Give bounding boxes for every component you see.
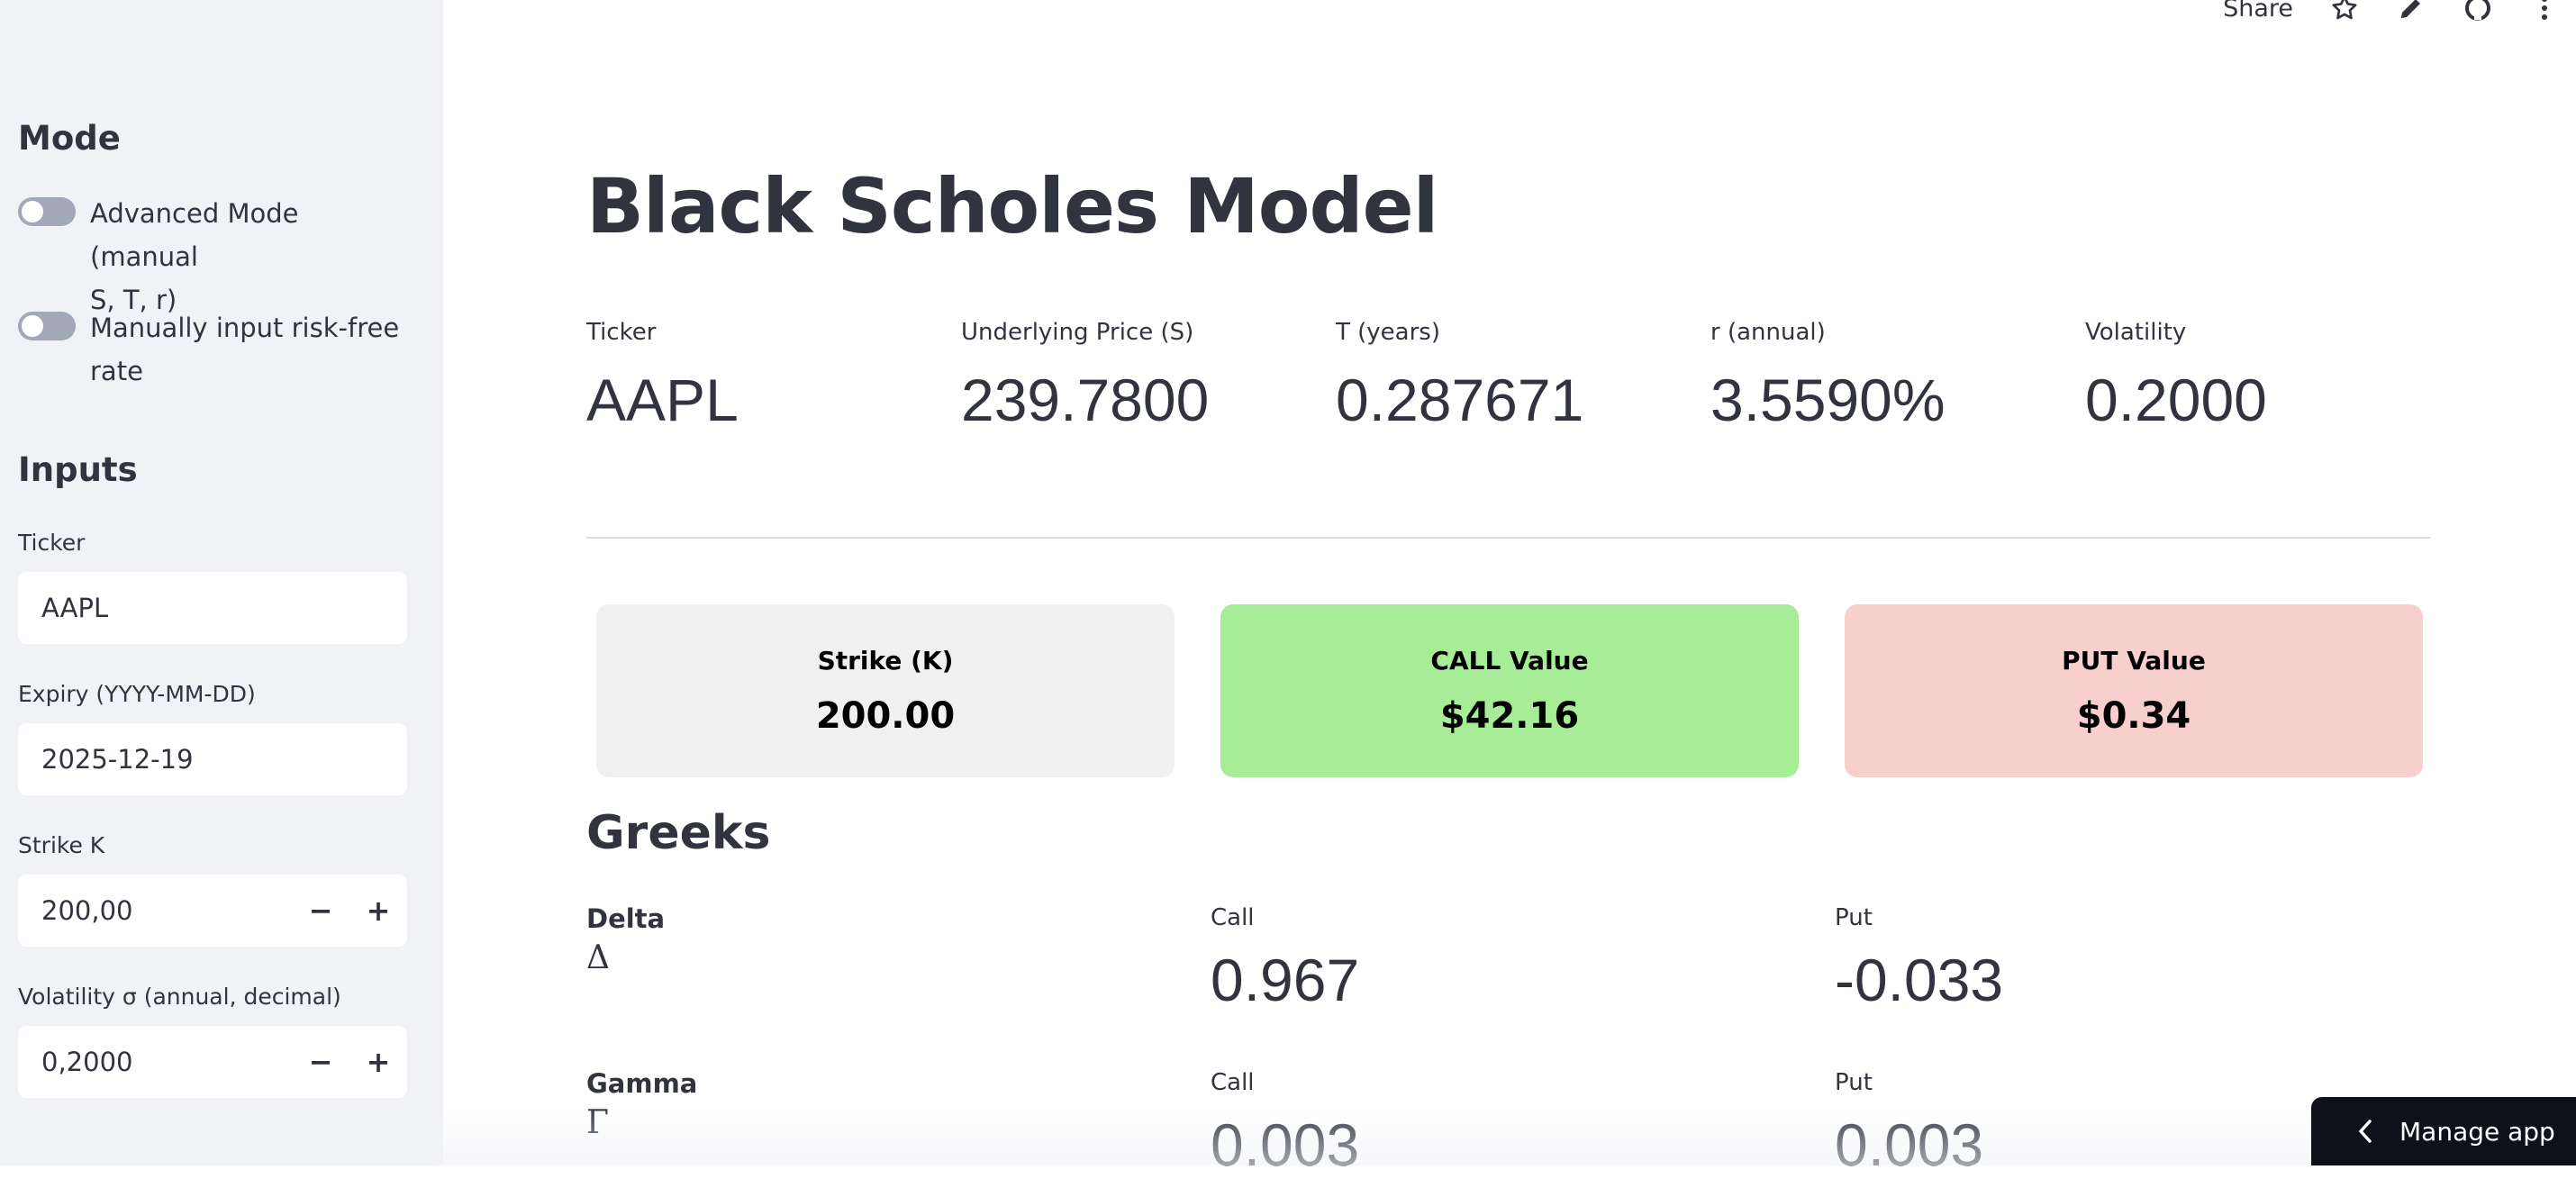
volatility-label: Volatility σ (annual, decimal) [18,984,341,1010]
divider [586,537,2431,539]
metric-value: AAPL [586,367,739,433]
delta-put-value: -0.033 [1835,947,2004,1013]
mode-heading: Mode [18,119,121,158]
greeks-heading: Greeks [586,806,771,860]
manage-app-label: Manage app [2399,1116,2555,1147]
risk-free-toggle-row[interactable]: Manually input risk-free rate [18,306,414,393]
advanced-mode-toggle[interactable] [18,197,76,226]
expiry-label: Expiry (YYYY-MM-DD) [18,681,256,707]
strike-increment-button[interactable]: + [349,893,407,928]
card-value: $0.34 [2076,694,2191,737]
sidebar: Mode Advanced Mode (manual S, T, r) Manu… [0,0,443,1165]
metric-underlying-price: Underlying Price (S) 239.7800 [961,319,1321,434]
delta-call-value: 0.967 [1211,947,1360,1013]
manage-app-button[interactable]: Manage app [2311,1097,2576,1165]
metric-value: 239.7800 [961,367,1210,433]
delta-call-label: Call [1211,904,1255,931]
risk-free-toggle[interactable] [18,312,76,340]
delta-put-label: Put [1835,904,1873,931]
volatility-increment-button[interactable]: + [349,1045,407,1079]
ticker-input-value: AAPL [41,593,109,623]
risk-free-label-line1: Manually input risk-free [90,313,400,343]
greek-name-gamma: Gamma [586,1068,698,1099]
star-icon[interactable] [2329,0,2360,23]
toggle-knob [22,315,43,337]
advanced-mode-label-line1: Advanced Mode (manual [90,198,299,272]
strike-label: Strike K [18,832,105,858]
gamma-symbol: Γ [586,1104,609,1141]
github-icon[interactable] [2463,0,2493,23]
page-title: Black Scholes Model [586,162,1438,250]
gamma-put-label: Put [1835,1069,1873,1096]
expiry-input-value: 2025-12-19 [41,744,194,775]
pencil-icon[interactable] [2396,0,2426,23]
metric-volatility: Volatility 0.2000 [2085,319,2445,434]
metric-label: Volatility [2085,319,2187,346]
volatility-input-value: 0,2000 [41,1047,133,1077]
gamma-call-value: 0.003 [1211,1111,1360,1178]
metric-rate: r (annual) 3.5590% [1710,319,2071,434]
card-label: PUT Value [2062,645,2206,676]
card-value: $42.16 [1439,694,1580,737]
share-button[interactable]: Share [2223,0,2293,23]
risk-free-label: Manually input risk-free rate [90,306,399,393]
delta-symbol: Δ [586,939,610,976]
greek-name-delta: Delta [586,903,666,934]
app-toolbar: Share [2223,0,2576,23]
strike-decrement-button[interactable]: − [292,893,349,928]
gamma-put-value: 0.003 [1835,1111,1984,1178]
risk-free-label-line2: rate [90,356,143,386]
card-value: 200.00 [815,694,956,737]
card-label: Strike (K) [817,645,954,676]
volatility-number-input[interactable]: 0,2000 − + [18,1026,407,1098]
strike-number-input[interactable]: 200,00 − + [18,875,407,947]
metric-value: 0.287671 [1336,367,1584,433]
ticker-label: Ticker [18,530,86,556]
metric-value: 0.2000 [2085,367,2267,433]
more-vertical-icon[interactable] [2529,0,2560,23]
metric-label: r (annual) [1710,319,1826,346]
metric-label: Ticker [586,319,657,346]
put-value-card: PUT Value $0.34 [1845,604,2423,777]
advanced-mode-label: Advanced Mode (manual S, T, r) [90,192,414,322]
toggle-knob [22,201,43,222]
strike-card: Strike (K) 200.00 [596,604,1175,777]
inputs-heading: Inputs [18,450,138,489]
volatility-decrement-button[interactable]: − [292,1045,349,1079]
card-label: CALL Value [1430,645,1589,676]
chevron-left-icon [2358,1120,2372,1143]
call-value-card: CALL Value $42.16 [1220,604,1799,777]
expiry-input[interactable]: 2025-12-19 [18,723,407,795]
strike-input-value: 200,00 [41,895,133,926]
metric-time-years: T (years) 0.287671 [1336,319,1696,434]
advanced-mode-toggle-row[interactable]: Advanced Mode (manual S, T, r) [18,192,414,322]
metric-label: T (years) [1336,319,1440,346]
metric-label: Underlying Price (S) [961,319,1194,346]
metric-ticker: Ticker AAPL [586,319,947,434]
metric-value: 3.5590% [1710,367,1946,433]
ticker-input[interactable]: AAPL [18,572,407,644]
gamma-call-label: Call [1211,1069,1255,1096]
